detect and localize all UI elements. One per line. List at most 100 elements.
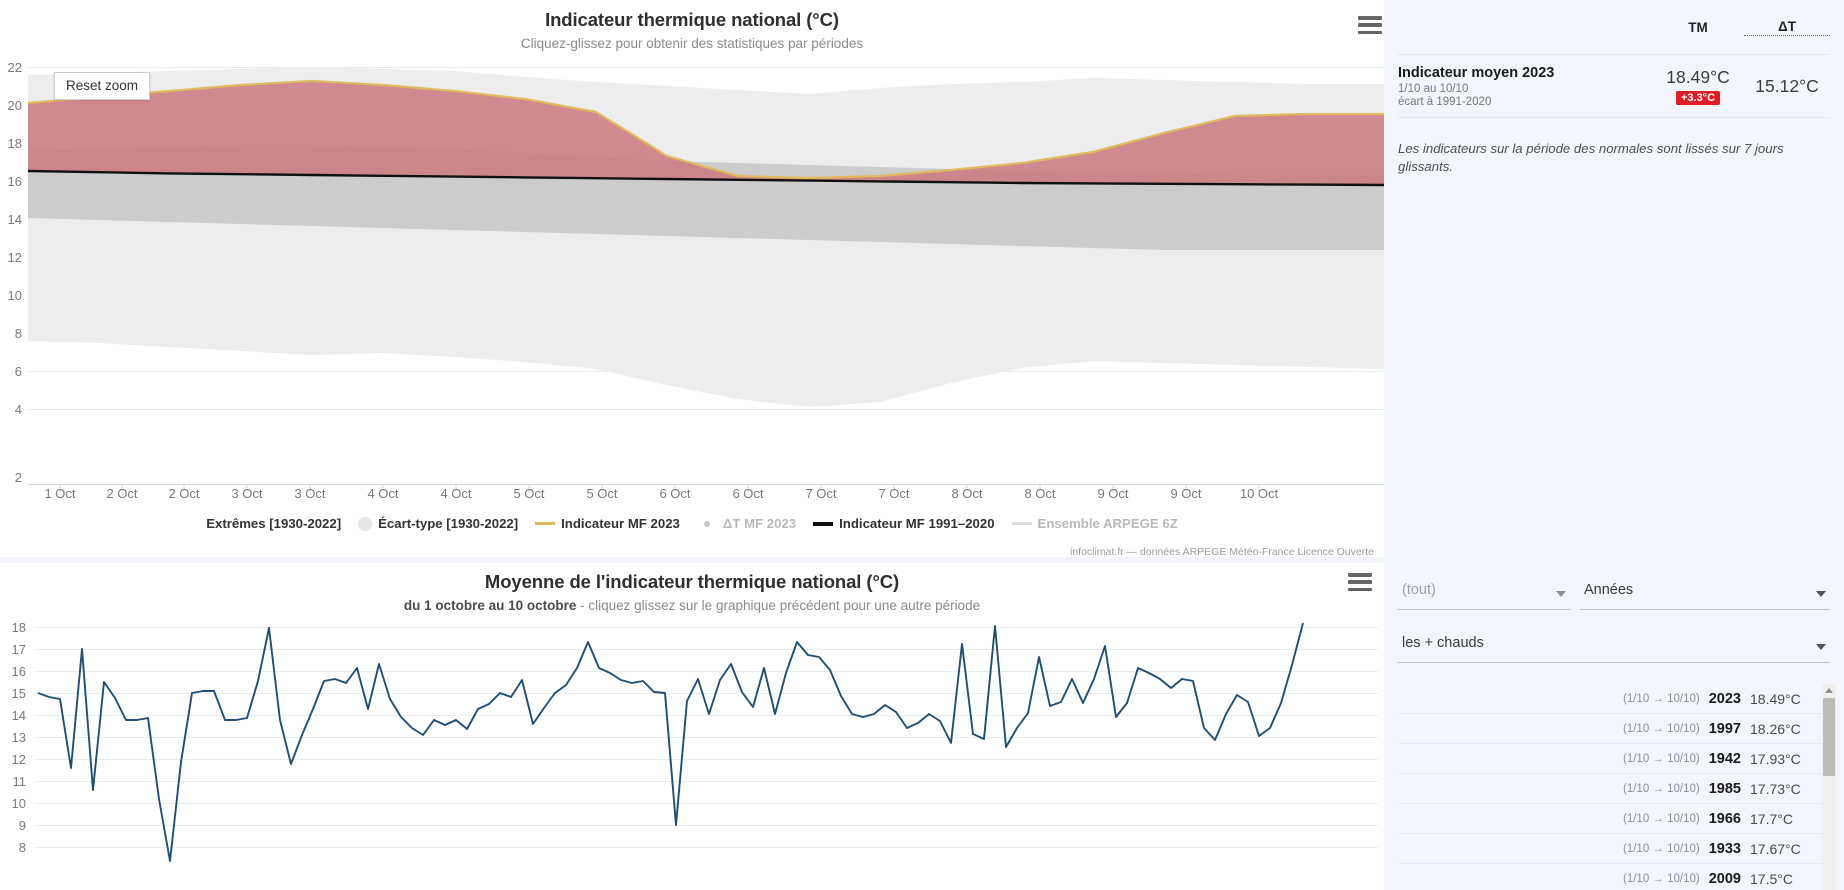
row-period: (1/10 → 10/10)	[1623, 722, 1700, 735]
column-header-tm: TM	[1688, 19, 1708, 35]
top-chart-xtick: 4 Oct	[367, 486, 399, 501]
region-select[interactable]: (tout)	[1398, 576, 1570, 610]
row-period: (1/10 → 10/10)	[1623, 782, 1700, 795]
table-row[interactable]: (1/10 → 10/10) 1966 17.7°C	[1398, 804, 1828, 834]
bottom-chart-ytick: 15	[11, 686, 26, 701]
bottom-chart-ytick: 10	[11, 796, 26, 811]
sidebar-table-header: TM ΔT	[1398, 0, 1830, 55]
row-year: 1942	[1708, 750, 1741, 767]
table-row[interactable]: (1/10 → 10/10) 2023 18.49°C	[1398, 684, 1828, 714]
bottom-chart-ytick: 17	[11, 642, 26, 657]
region-select-value: (tout)	[1402, 582, 1436, 598]
bottom-chart-subtitle: du 1 octobre au 10 octobre - cliquez gli…	[0, 598, 1384, 613]
table-row[interactable]: (1/10 → 10/10) 1985 17.73°C	[1398, 774, 1828, 804]
row-year: 1933	[1708, 840, 1741, 857]
table-row[interactable]: (1/10 → 10/10) 1997 18.26°C	[1398, 714, 1828, 744]
table-row[interactable]: (1/10 → 10/10) 2009 17.5°C	[1398, 864, 1828, 890]
table-row[interactable]: (1/10 → 10/10) 1942 17.93°C	[1398, 744, 1828, 774]
legend-label: Indicateur MF 2023	[561, 516, 680, 531]
scrollbar-thumb[interactable]	[1823, 698, 1835, 776]
top-chart-ytick: 12	[7, 250, 22, 265]
summary-row: Indicateur moyen 2023 1/10 au 10/10 écar…	[1398, 56, 1830, 118]
bottom-chart-gridlines	[34, 627, 1378, 848]
top-chart-svg	[27, 67, 1384, 492]
row-value: 17.73°C	[1750, 780, 1801, 797]
reset-zoom-button[interactable]: Reset zoom	[54, 72, 151, 100]
row-period: (1/10 → 10/10)	[1623, 752, 1700, 765]
top-chart-ytick: 16	[7, 174, 22, 189]
bottom-chart-ytick: 12	[11, 752, 26, 767]
bottom-chart-ytick: 18	[11, 620, 26, 635]
row-year: 2023	[1708, 690, 1741, 707]
bottom-chart-plot[interactable]: 18 17 16 15 14 13 12 11 10 9 8	[0, 618, 1384, 890]
row-value: 17.7°C	[1750, 810, 1793, 827]
top-chart-ytick: 4	[14, 402, 22, 417]
top-chart-ytick: 10	[7, 288, 22, 303]
summary-reference: écart à 1991-2020	[1398, 96, 1492, 108]
grouping-select[interactable]: Années	[1580, 576, 1830, 610]
bottom-chart-subtitle-period: du 1 octobre au 10 octobre	[403, 598, 577, 613]
legend-item-indicateur-mf-1991-2020[interactable]: Indicateur MF 1991–2020	[813, 516, 995, 531]
row-year: 1966	[1708, 810, 1741, 827]
hamburger-menu-icon[interactable]	[1348, 573, 1372, 592]
row-value: 18.26°C	[1750, 720, 1801, 737]
top-chart-ytick: 8	[14, 326, 22, 341]
status-badge: +3.3°C	[1675, 91, 1721, 105]
summary-title: Indicateur moyen 2023	[1398, 65, 1555, 81]
legend-item-ensemble-arpege-6z[interactable]: Ensemble ARPEGE 6Z	[1011, 516, 1178, 531]
top-chart-xtick: 2 Oct	[168, 486, 200, 501]
top-chart-plot[interactable]: 22 20 18 16 14 12 10 8 6 4 2 1 Oct 2 Oct…	[0, 0, 1384, 501]
summary-tm-value: 18.49°C	[1666, 67, 1730, 87]
column-header-delta-t[interactable]: ΔT	[1744, 19, 1830, 36]
top-chart-xtick: 2 Oct	[106, 486, 138, 501]
legend-label: Extrêmes [1930-2022]	[206, 516, 342, 531]
sort-select-value: les + chauds	[1402, 635, 1484, 651]
legend-label: ΔT MF 2023	[722, 516, 797, 531]
top-chart-xtick: 7 Oct	[878, 486, 910, 501]
bottom-chart-ytick: 13	[11, 730, 26, 745]
row-period: (1/10 → 10/10)	[1623, 872, 1700, 885]
row-value: 18.49°C	[1750, 690, 1801, 707]
top-chart-xtick: 10 Oct	[1239, 486, 1279, 501]
scroll-up-arrow-icon[interactable]	[1825, 688, 1833, 693]
top-chart-xtick: 5 Oct	[513, 486, 545, 501]
row-value: 17.93°C	[1750, 750, 1801, 767]
ranking-list[interactable]: (1/10 → 10/10) 2023 18.49°C (1/10 → 10/1…	[1398, 684, 1828, 890]
sidebar-note: Les indicateurs sur la période des norma…	[1398, 141, 1784, 174]
bottom-chart-ytick: 11	[12, 774, 27, 789]
ranking-scrollbar[interactable]	[1822, 684, 1836, 890]
legend-label: Écart-type [1930-2022]	[378, 516, 519, 531]
legend-swatch-dot-icon	[703, 520, 710, 527]
top-chart-xtick: 4 Oct	[440, 486, 472, 501]
bottom-chart-ytick: 8	[18, 840, 26, 855]
chevron-down-icon	[1816, 590, 1826, 597]
bottom-chart-ytick: 9	[18, 818, 26, 833]
top-chart-xtick: 6 Oct	[659, 486, 691, 501]
top-chart-ytick: 20	[7, 98, 22, 113]
table-row[interactable]: (1/10 → 10/10) 1933 17.67°C	[1398, 834, 1828, 864]
top-chart-xtick: 5 Oct	[586, 486, 618, 501]
top-chart-ytick: 18	[7, 136, 22, 151]
row-period: (1/10 → 10/10)	[1623, 692, 1700, 705]
top-chart-xtick: 9 Oct	[1097, 486, 1129, 501]
chevron-down-icon	[1816, 643, 1826, 650]
summary-period: 1/10 au 10/10	[1398, 83, 1469, 95]
top-chart-panel: Indicateur thermique national (°C) Cliqu…	[0, 0, 1384, 558]
legend-item-indicateur-mf-2023[interactable]: Indicateur MF 2023	[535, 516, 680, 531]
row-period: (1/10 → 10/10)	[1623, 812, 1700, 825]
top-chart-xtick: 7 Oct	[805, 486, 837, 501]
top-chart-xtick: 6 Oct	[732, 486, 764, 501]
grouping-select-value: Années	[1584, 582, 1634, 598]
top-chart-xtick: 3 Oct	[231, 486, 263, 501]
legend-item-delta-t-mf-2023[interactable]: ΔT MF 2023	[697, 516, 796, 531]
legend-item-extremes[interactable]: Extrêmes [1930-2022]	[206, 516, 341, 531]
legend-label: Indicateur MF 1991–2020	[839, 516, 995, 531]
top-chart-xtick: 9 Oct	[1170, 486, 1202, 501]
sort-select[interactable]: les + chauds	[1398, 629, 1830, 663]
top-chart-ytick: 22	[7, 60, 22, 75]
bottom-chart-svg	[34, 622, 1378, 862]
top-chart-xtick: 8 Oct	[951, 486, 983, 501]
legend-swatch-line-icon	[813, 521, 834, 526]
summary-delta-t-value: 15.12°C	[1755, 76, 1819, 96]
legend-item-ecart-type[interactable]: Écart-type [1930-2022]	[358, 516, 518, 531]
